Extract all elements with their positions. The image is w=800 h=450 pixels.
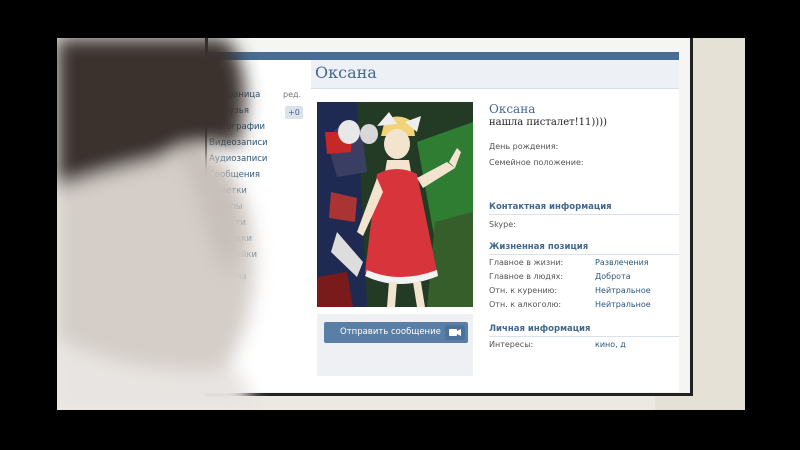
life-divider bbox=[489, 254, 679, 255]
video-camera-icon[interactable] bbox=[445, 325, 465, 340]
family-status-label: Семейное положение: bbox=[489, 158, 584, 167]
top-bar bbox=[207, 52, 679, 60]
page-header: Оксана bbox=[311, 60, 679, 89]
sidebar-item-my-page[interactable]: я Страница bbox=[209, 90, 260, 105]
smoking-label: Отн. к курению: bbox=[489, 286, 558, 295]
people-main-value[interactable]: Доброта bbox=[595, 272, 631, 281]
sidebar-item-friends[interactable]: и Друзья bbox=[209, 106, 249, 121]
smoking-value[interactable]: Нейтральное bbox=[595, 286, 651, 295]
profile-photo[interactable] bbox=[317, 102, 473, 307]
personal-divider bbox=[489, 336, 679, 337]
life-main-value[interactable]: Развлечения bbox=[595, 258, 649, 267]
edit-link[interactable]: ред. bbox=[283, 90, 301, 99]
birthday-label: День рождения: bbox=[489, 142, 559, 151]
profile-main: Оксана Отправить сообщение Оксана нашла … bbox=[311, 60, 679, 392]
contact-info-title: Контактная информация bbox=[489, 202, 612, 212]
alcohol-value[interactable]: Нейтральное bbox=[595, 300, 651, 309]
profile-name: Оксана bbox=[489, 102, 536, 116]
sidebar-item-videos[interactable]: Видеозаписи bbox=[209, 138, 268, 153]
sidebar-item-messages[interactable]: Сообщения bbox=[209, 170, 260, 185]
interests-label: Интересы: bbox=[489, 340, 534, 349]
life-main-label: Главное в жизни: bbox=[489, 258, 564, 267]
profile-info: Оксана нашла писталет!11)))) День рожден… bbox=[487, 102, 679, 392]
page-title: Оксана bbox=[315, 63, 377, 82]
sidebar-item-photos[interactable]: Фотографии bbox=[209, 122, 265, 137]
sidebar-item-ads[interactable]: Реклама bbox=[209, 272, 247, 287]
sidebar-item-notes[interactable]: Заметки bbox=[209, 186, 247, 201]
profile-drawing bbox=[317, 102, 473, 307]
sidebar-item-groups[interactable]: Группы bbox=[209, 202, 242, 217]
send-message-button[interactable]: Отправить сообщение bbox=[324, 322, 468, 343]
friends-count-badge[interactable]: +0 bbox=[285, 106, 303, 119]
sidebar-item-settings[interactable]: Настройки bbox=[209, 250, 257, 265]
profile-status[interactable]: нашла писталет!11)))) bbox=[489, 117, 607, 128]
monitor-screen: я Страница ред. и Друзья +0 Фотографии В… bbox=[207, 52, 679, 392]
contact-divider bbox=[489, 214, 679, 215]
alcohol-label: Отн. к алкоголю: bbox=[489, 300, 562, 309]
camera-glyph bbox=[449, 329, 461, 336]
send-message-label: Отправить сообщение bbox=[340, 327, 441, 337]
life-position-title: Жизненная позиция bbox=[489, 242, 589, 252]
people-main-label: Главное в людях: bbox=[489, 272, 564, 281]
sidebar-item-bookmarks[interactable]: Закладки bbox=[209, 234, 252, 249]
personal-info-title: Личная информация bbox=[489, 324, 591, 334]
interests-value[interactable]: кино, д bbox=[595, 340, 626, 349]
sidebar-item-news[interactable]: Новости bbox=[209, 218, 246, 233]
video-frame: я Страница ред. и Друзья +0 Фотографии В… bbox=[57, 38, 745, 410]
sidebar-item-audio[interactable]: Аудиозаписи bbox=[209, 154, 267, 169]
sidebar: я Страница ред. и Друзья +0 Фотографии В… bbox=[207, 60, 305, 392]
skype-label: Skype: bbox=[489, 220, 516, 229]
photo-actions: Отправить сообщение bbox=[317, 314, 473, 376]
